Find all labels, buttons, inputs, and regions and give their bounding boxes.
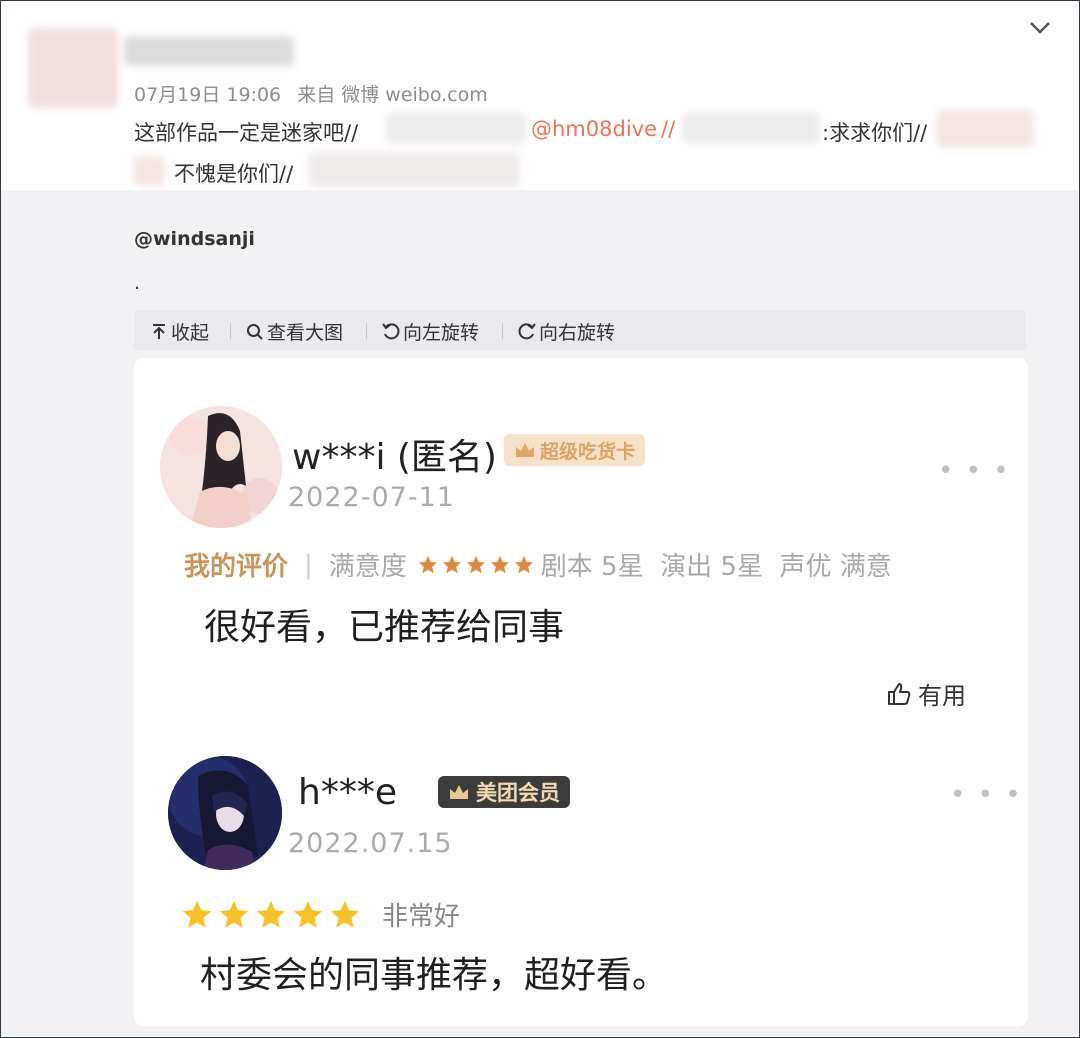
- star-icon: [490, 555, 509, 573]
- rating-details: 剧本 5星 演出 5星 声优 满意: [540, 552, 892, 582]
- toolbar-divider: [230, 323, 231, 339]
- collapse-label: 收起: [171, 322, 210, 344]
- star-icon: [330, 900, 360, 928]
- star-rating: [180, 898, 362, 932]
- crown-icon: [516, 443, 534, 457]
- view-large-button[interactable]: 查看大图: [246, 318, 343, 345]
- star-icon: [293, 900, 323, 928]
- post-text-part1: 这部作品一定是迷家吧//: [134, 121, 359, 145]
- avatar[interactable]: [28, 28, 118, 108]
- review-date: 2022-07-11: [288, 482, 455, 513]
- search-icon: [247, 323, 263, 340]
- useful-button[interactable]: 有用: [886, 676, 966, 711]
- reviewer-avatar: [168, 756, 282, 870]
- member-badge: 超级吃货卡: [504, 434, 646, 466]
- my-rating-label: 我的评价: [184, 552, 289, 582]
- post-source: 来自 微博 weibo.com: [297, 84, 488, 106]
- repost-separator: //: [661, 117, 676, 141]
- review-date: 2022.07.15: [288, 828, 453, 859]
- star-icon: [256, 900, 286, 928]
- redacted-mention[interactable]: [308, 152, 520, 188]
- repost-body: .: [134, 272, 141, 294]
- useful-label: 有用: [918, 682, 966, 710]
- reviewer-avatar: [160, 406, 282, 528]
- reviewer-username: h***e: [298, 772, 397, 813]
- post-text-part3: 不愧是你们//: [174, 162, 294, 186]
- satisfaction-label: 满意度: [328, 552, 407, 582]
- redacted-mention[interactable]: [386, 112, 526, 144]
- view-large-label: 查看大图: [267, 322, 344, 344]
- crown-icon: [450, 785, 468, 799]
- member-badge: 美团会员: [438, 776, 570, 808]
- star-rating: [417, 554, 535, 576]
- rating-row: 非常好: [180, 896, 460, 933]
- rotate-right-icon: [518, 322, 536, 339]
- rating-text: 非常好: [382, 902, 461, 932]
- review-text: 村委会的同事推荐，超好看。: [200, 955, 669, 996]
- username-redacted[interactable]: [124, 36, 294, 66]
- repost-username[interactable]: @windsanji: [134, 228, 255, 250]
- star-icon: [182, 900, 212, 928]
- thumbs-up-icon: [888, 682, 911, 705]
- star-icon: [418, 555, 437, 573]
- image-toolbar: 收起 查看大图 向左旋转 向右旋转: [134, 310, 1026, 350]
- rating-divider: |: [304, 549, 313, 580]
- rating-row: 我的评价 | 满意度 剧本 5星 演出 5星 声优 满意: [184, 546, 892, 583]
- reviewer-username: w***i (匿名): [292, 437, 497, 478]
- collapse-icon: [153, 323, 165, 339]
- rotate-right-button[interactable]: 向右旋转: [518, 318, 615, 345]
- post-meta: 07月19日 19:06 来自 微博 weibo.com: [134, 80, 498, 107]
- rotate-left-icon: [382, 322, 400, 339]
- redacted-mention[interactable]: [682, 112, 820, 144]
- star-icon: [442, 555, 461, 573]
- more-options-icon[interactable]: • • •: [950, 780, 1023, 810]
- mention-link[interactable]: @hm08dive: [531, 117, 657, 141]
- review-text: 很好看，已推荐给同事: [204, 607, 565, 648]
- post-text-part2: :求求你们//: [822, 121, 928, 145]
- star-icon: [219, 900, 249, 928]
- star-icon: [514, 555, 533, 573]
- member-badge-label: 超级吃货卡: [540, 440, 636, 463]
- rotate-left-label: 向左旋转: [403, 322, 480, 344]
- rotate-left-button[interactable]: 向左旋转: [382, 318, 479, 345]
- rotate-right-label: 向右旋转: [539, 322, 616, 344]
- collapse-button[interactable]: 收起: [150, 318, 209, 345]
- more-options-icon[interactable]: • • •: [938, 456, 1011, 486]
- chevron-down-icon[interactable]: [1028, 18, 1052, 38]
- star-icon: [466, 555, 485, 573]
- toolbar-divider: [502, 323, 503, 339]
- member-badge-label: 美团会员: [476, 781, 560, 805]
- toolbar-divider: [366, 323, 367, 339]
- post-date: 07月19日 19:06: [134, 84, 282, 106]
- redacted-mention[interactable]: [936, 110, 1034, 148]
- redacted-mention[interactable]: [133, 156, 165, 186]
